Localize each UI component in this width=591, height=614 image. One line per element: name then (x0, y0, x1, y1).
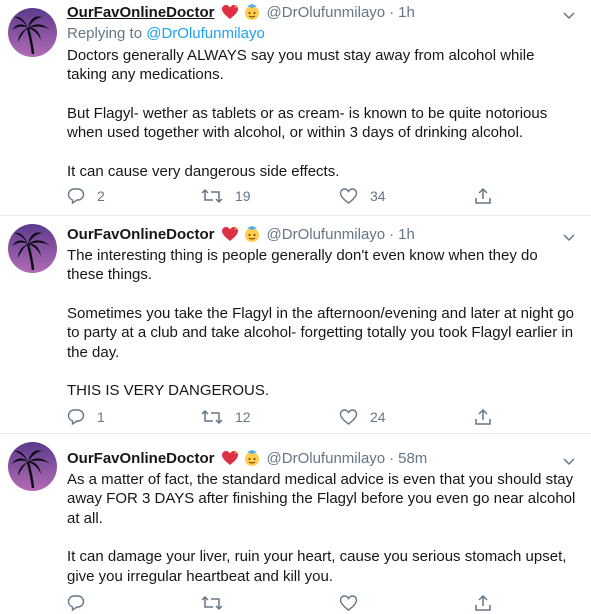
display-name[interactable]: OurFavOnlineDoctor (67, 4, 215, 21)
chevron-down-icon[interactable] (563, 229, 575, 247)
tweet-text: As a matter of fact, the standard medica… (67, 470, 577, 586)
tweet-paragraph: As a matter of fact, the standard medica… (67, 471, 576, 527)
tweet-text: The interesting thing is people generall… (67, 246, 577, 400)
palm-tree-icon (8, 224, 57, 273)
retweet-button[interactable]: 19 (201, 187, 251, 205)
avatar[interactable] (8, 224, 57, 273)
share-icon (475, 594, 491, 611)
display-name[interactable]: OurFavOnlineDoctor (67, 450, 215, 467)
emoji-heart-icon (221, 4, 239, 20)
timestamp[interactable]: 1h (398, 4, 415, 21)
like-button[interactable]: 24 (339, 408, 386, 426)
avatar[interactable] (8, 8, 57, 57)
replying-to: Replying to @DrOlufunmilayo (67, 24, 577, 44)
retweet-button[interactable] (201, 594, 223, 612)
handle[interactable]: @DrOlufunmilayo (267, 450, 386, 467)
avatar[interactable] (8, 442, 57, 491)
separator-dot: · (389, 225, 395, 243)
reply-count: 1 (97, 409, 105, 425)
share-button[interactable] (474, 187, 492, 205)
share-icon (475, 408, 491, 425)
heart-icon (339, 188, 358, 204)
retweet-icon (201, 595, 223, 611)
tweet-text: Doctors generally ALWAYS say you must st… (67, 46, 577, 181)
tweet-paragraph: Doctors generally ALWAYS say you must st… (67, 47, 535, 84)
tweet-paragraph: It can cause very dangerous side effects… (67, 162, 340, 180)
handle[interactable]: @DrOlufunmilayo (267, 4, 386, 21)
separator-dot: · (389, 3, 395, 21)
palm-tree-icon (8, 8, 57, 57)
heart-icon (339, 409, 358, 425)
emoji-celebrate-icon (243, 225, 261, 243)
like-button[interactable] (339, 594, 358, 612)
retweet-count: 19 (235, 188, 251, 204)
reply-count: 2 (97, 188, 105, 204)
tweet-actions: 1 12 24 (67, 408, 491, 428)
retweet-count: 12 (235, 409, 251, 425)
reply-to-link[interactable]: @DrOlufunmilayo (146, 25, 265, 42)
reply-button[interactable]: 2 (67, 187, 105, 205)
retweet-button[interactable]: 12 (201, 408, 251, 426)
retweet-icon (201, 409, 223, 425)
timestamp[interactable]: 1h (398, 226, 415, 243)
reply-button[interactable] (67, 594, 85, 612)
emoji-celebrate-icon (243, 3, 261, 21)
replying-to-label: Replying to (67, 25, 143, 42)
chevron-down-icon[interactable] (563, 7, 575, 25)
timestamp[interactable]: 58m (398, 450, 427, 467)
tweet-paragraph: But Flagyl- wether as tablets or as crea… (67, 104, 548, 142)
tweet-paragraph: The interesting thing is people generall… (67, 247, 538, 284)
retweet-icon (201, 188, 223, 204)
palm-tree-icon (8, 442, 57, 491)
comment-icon (67, 188, 85, 205)
like-count: 34 (370, 188, 386, 204)
tweet-actions (67, 594, 491, 614)
emoji-heart-icon (221, 226, 239, 242)
chevron-down-icon[interactable] (563, 453, 575, 471)
share-button[interactable] (474, 408, 492, 426)
like-count: 24 (370, 409, 386, 425)
tweet[interactable]: OurFavOnlineDoctor @DrOlufunmilayo · 1h … (0, 0, 591, 216)
share-icon (475, 187, 491, 204)
separator-dot: · (389, 449, 395, 467)
share-button[interactable] (474, 594, 492, 612)
emoji-celebrate-icon (243, 449, 261, 467)
handle[interactable]: @DrOlufunmilayo (267, 226, 386, 243)
tweet[interactable]: OurFavOnlineDoctor @DrOlufunmilayo · 1h … (0, 216, 591, 434)
tweet-paragraph: Sometimes you take the Flagyl in the aft… (67, 304, 574, 361)
display-name[interactable]: OurFavOnlineDoctor (67, 226, 215, 243)
emoji-heart-icon (221, 450, 239, 466)
heart-icon (339, 595, 358, 611)
tweet-paragraph: It can damage your liver, ruin your hear… (67, 548, 567, 585)
tweet[interactable]: OurFavOnlineDoctor @DrOlufunmilayo · 58m… (0, 434, 591, 612)
comment-icon (67, 595, 85, 612)
like-button[interactable]: 34 (339, 187, 386, 205)
tweet-paragraph: THIS IS VERY DANGEROUS. (67, 382, 269, 400)
tweet-actions: 2 19 34 (67, 187, 491, 207)
reply-button[interactable]: 1 (67, 408, 105, 426)
comment-icon (67, 409, 85, 426)
